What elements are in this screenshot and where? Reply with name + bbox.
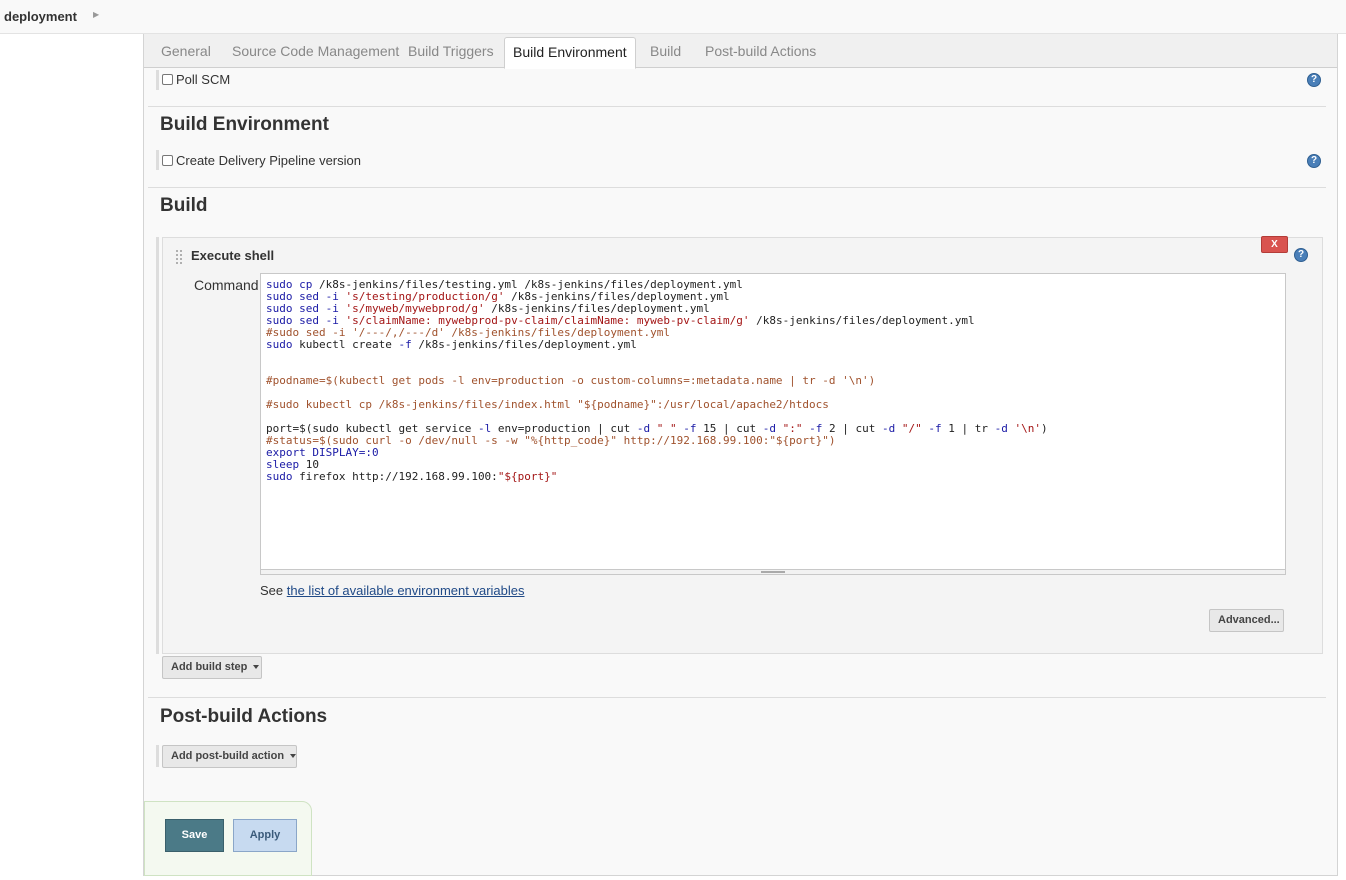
delivery-pipeline-label: Create Delivery Pipeline version [176,153,361,168]
config-tabbar: General Source Code Management Build Tri… [144,34,1337,69]
tab-build-triggers[interactable]: Build Triggers [408,43,494,59]
section-indent-bar [156,237,159,654]
env-vars-note: See the list of available environment va… [260,583,525,598]
delivery-pipeline-checkbox[interactable] [162,155,173,166]
section-indent-bar [156,150,159,170]
breadcrumb-item-deployment[interactable]: deployment [4,9,77,24]
divider [148,187,1326,188]
dropdown-caret-icon [253,665,260,670]
section-indent-bar [156,745,159,767]
tab-post-build-actions[interactable]: Post-build Actions [705,43,816,59]
poll-scm-checkbox[interactable] [162,74,173,85]
breadcrumb: deployment ▶ [0,0,1346,34]
tab-build[interactable]: Build [650,43,681,59]
help-icon[interactable]: ? [1307,154,1321,168]
drag-handle-icon[interactable] [175,249,183,265]
command-line: #podname=$(kubectl get pods -l env=produ… [266,374,876,387]
command-line [266,351,1280,363]
command-textarea[interactable]: sudo cp /k8s-jenkins/files/testing.yml /… [260,273,1286,575]
section-title-build: Build [160,195,208,216]
apply-button[interactable]: Apply [233,819,297,852]
config-panel: General Source Code Management Build Tri… [143,34,1338,876]
command-line: sudo kubectl create -f /k8s-jenkins/file… [266,338,637,351]
add-build-step-button[interactable]: Add build step [162,656,262,679]
tab-build-environment[interactable]: Build Environment [504,37,636,69]
add-post-build-action-label: Add post-build action [171,750,285,762]
add-post-build-action-button[interactable]: Add post-build action [162,745,297,768]
command-line: #sudo kubectl cp /k8s-jenkins/files/inde… [266,398,829,411]
command-line: export DISPLAY=:0 [266,446,379,459]
execute-shell-step: Execute shell X ? Command sudo cp /k8s-j… [162,236,1323,654]
textarea-resize-handle[interactable] [261,569,1285,574]
section-title-build-environment: Build Environment [160,114,329,135]
advanced-button[interactable]: Advanced... [1209,609,1284,632]
section-title-post-build-actions: Post-build Actions [160,706,328,727]
env-vars-prefix: See [260,583,287,598]
delete-step-button[interactable]: X [1261,236,1288,253]
help-icon[interactable]: ? [1307,73,1321,87]
section-indent-bar [156,70,159,90]
save-button[interactable]: Save [165,819,224,852]
bottom-sticker: Save Apply [144,801,312,876]
env-vars-link[interactable]: the list of available environment variab… [287,583,525,598]
command-label: Command [194,277,259,293]
tab-general[interactable]: General [161,43,211,59]
breadcrumb-arrow-icon[interactable]: ▶ [93,10,99,19]
divider [148,697,1326,698]
tab-source-code-management[interactable]: Source Code Management [232,43,399,59]
step-title: Execute shell [191,248,275,263]
dropdown-caret-icon [290,754,297,759]
help-icon[interactable]: ? [1294,248,1308,262]
command-code-lines: sudo cp /k8s-jenkins/files/testing.yml /… [266,279,1280,483]
command-line: sudo firefox http://192.168.99.100:"${po… [266,470,558,483]
add-build-step-label: Add build step [171,661,248,673]
command-line: #status=$(sudo curl -o /dev/null -s -w "… [266,434,836,447]
divider [148,106,1326,107]
poll-scm-label: Poll SCM [176,72,231,87]
